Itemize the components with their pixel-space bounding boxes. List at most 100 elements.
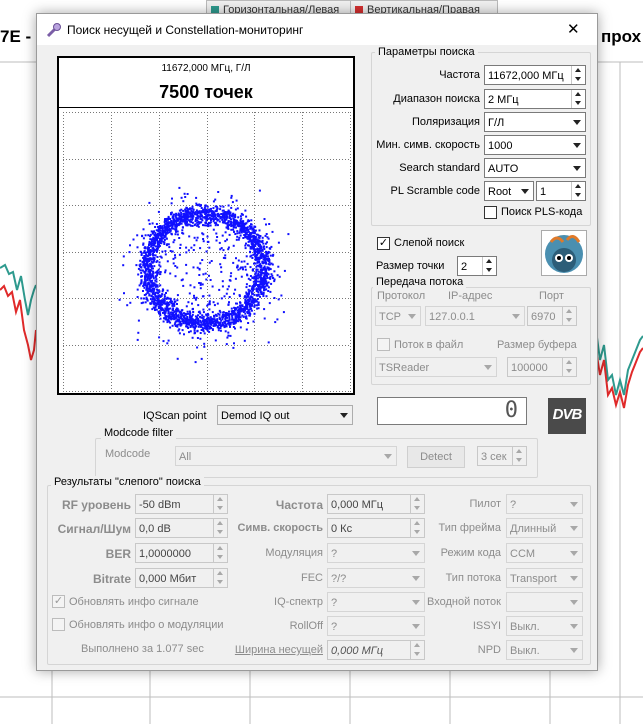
pl-scramble-label: PL Scramble code: [390, 185, 480, 197]
pl-scramble-spin-icon[interactable]: [571, 182, 585, 200]
point-size-value: 2: [461, 261, 468, 273]
constellation-panel: 11672,000 МГц, Г/Л 7500 точек: [57, 56, 355, 395]
bandwidth-field: 0,000 МГц: [327, 640, 425, 660]
protocol-select[interactable]: TCP: [375, 306, 421, 326]
ip-select[interactable]: 127.0.0.1: [425, 306, 525, 326]
issyi-label: ISSYI: [472, 620, 501, 632]
pl-scramble-type-select[interactable]: Root: [484, 181, 534, 201]
rolloff-select: ?: [327, 616, 425, 636]
chevron-down-icon: [408, 314, 416, 319]
frequency-label: Частота: [439, 69, 480, 81]
frequency-spin-icon[interactable]: [571, 66, 585, 84]
frame-type-value: Длинный: [510, 523, 557, 535]
blind-search-checkbox[interactable]: ✓: [377, 237, 390, 250]
pls-search-label: Поиск PLS-кода: [501, 206, 583, 218]
detect-seconds-spinbox[interactable]: 3 сек: [477, 446, 527, 466]
snr-field: 0,0 dB: [135, 518, 228, 538]
input-stream-select: [506, 592, 583, 612]
bandwidth-label[interactable]: Ширина несущей: [227, 644, 323, 656]
rf-level-label: RF уровень: [61, 498, 131, 512]
ip-value: 127.0.0.1: [429, 311, 475, 323]
ber-value: 1,0000000: [139, 548, 191, 560]
polarization-value: Г/Л: [488, 117, 505, 129]
bitrate-label: Bitrate: [92, 572, 131, 586]
buffer-spin-icon[interactable]: [562, 358, 576, 376]
polarization-label: Поляризация: [412, 116, 480, 128]
npd-label: NPD: [477, 644, 501, 656]
update-modulation-checkbox[interactable]: [52, 618, 65, 631]
port-spinbox[interactable]: 6970: [527, 306, 577, 326]
carrier-search-dialog: Поиск несущей и Constellation-мониторинг…: [36, 13, 598, 671]
input-stream-label: Входной поток: [427, 596, 501, 608]
app-icon: [46, 23, 61, 38]
port-spin-icon[interactable]: [562, 307, 576, 325]
range-spin-icon[interactable]: [571, 90, 585, 108]
symbol-rate-value: 0 Кс: [331, 523, 353, 535]
reader-select[interactable]: TSReader: [375, 357, 497, 377]
bitrate-field: 0,000 Мбит: [135, 568, 228, 588]
stream-title: Передача потока: [373, 276, 467, 288]
npd-select: Выкл.: [506, 640, 583, 660]
stream-to-file-label: Поток в файл: [394, 339, 464, 351]
dialog-titlebar[interactable]: Поиск несущей и Constellation-мониторинг…: [37, 14, 597, 45]
constellation-diagram: [63, 112, 351, 392]
iqscan-select[interactable]: Demod IQ out: [217, 405, 353, 425]
pilot-label: Пилот: [469, 498, 501, 510]
snr-label: Сигнал/Шум: [57, 522, 131, 536]
modulation-select: ?: [327, 543, 425, 563]
symbol-rate-label: Симв. скорость: [237, 522, 323, 534]
update-signal-label: Обновлять инфо сигнале: [69, 596, 199, 608]
seconds-spin-icon[interactable]: [512, 447, 526, 465]
code-mode-label: Режим кода: [440, 547, 501, 559]
chevron-down-icon: [573, 166, 581, 171]
issyi-select: Выкл.: [506, 616, 583, 636]
pilot-value: ?: [510, 499, 517, 511]
point-size-spin-icon[interactable]: [482, 257, 496, 275]
detect-seconds-value: 3 сек: [481, 451, 507, 463]
frequency-value: 11672,000 МГц: [488, 70, 564, 82]
detect-button[interactable]: Detect: [407, 446, 465, 468]
iq-spectrum-label: IQ-спектр: [274, 596, 323, 608]
port-value: 6970: [531, 311, 556, 323]
stream-to-file-checkbox[interactable]: [377, 338, 390, 351]
result-frequency-label: Частота: [275, 498, 323, 512]
chevron-down-icon: [570, 526, 578, 531]
signal-counter-value: 0: [504, 398, 518, 423]
close-icon[interactable]: ✕: [567, 20, 580, 38]
frequency-spinbox[interactable]: 11672,000 МГц: [484, 65, 586, 85]
update-signal-checkbox[interactable]: ✓: [52, 595, 65, 608]
constellation-frequency: 11672,000 МГц, Г/Л: [161, 63, 251, 74]
snr-value: 0,0 dB: [139, 523, 171, 535]
fec-label: FEC: [301, 572, 323, 584]
chevron-down-icon: [573, 120, 581, 125]
min-symbol-rate-label: Мин. симв. скорость: [376, 139, 480, 151]
rf-level-value: -50 dBm: [139, 499, 181, 511]
pl-scramble-type-value: Root: [488, 186, 512, 198]
point-size-label: Размер точки: [376, 260, 445, 272]
update-modulation-label: Обновлять инфо о модуляции: [69, 619, 224, 631]
rolloff-value: ?: [331, 621, 338, 633]
iq-spectrum-select: ?: [327, 592, 425, 612]
modulation-label: Модуляция: [265, 547, 323, 559]
min-symbol-rate-select[interactable]: 1000: [484, 135, 586, 155]
iqscan-label: IQScan point: [143, 410, 207, 422]
bitrate-value: 0,000 Мбит: [139, 573, 197, 585]
bandwidth-value: 0,000 МГц: [331, 645, 384, 657]
frame-type-select: Длинный: [506, 518, 583, 538]
pl-scramble-code-spinbox[interactable]: 1: [536, 181, 586, 201]
results-title: Результаты "слепого" поиска: [51, 476, 204, 488]
range-spinbox[interactable]: 2 МГц: [484, 89, 586, 109]
rf-level-field: -50 dBm: [135, 494, 228, 514]
point-size-spinbox[interactable]: 2: [457, 256, 497, 276]
pls-search-checkbox[interactable]: [484, 206, 497, 219]
polarization-select[interactable]: Г/Л: [484, 112, 586, 132]
ber-label: BER: [105, 547, 131, 561]
chevron-down-icon: [570, 551, 578, 556]
search-standard-select[interactable]: AUTO: [484, 158, 586, 178]
chevron-down-icon: [570, 600, 578, 605]
npd-value: Выкл.: [510, 645, 540, 657]
modcode-select[interactable]: All: [175, 446, 397, 466]
buffer-size-spinbox[interactable]: 100000: [507, 357, 577, 377]
dvb-logo: DVB: [548, 398, 586, 434]
buffer-size-label: Размер буфера: [497, 339, 577, 351]
